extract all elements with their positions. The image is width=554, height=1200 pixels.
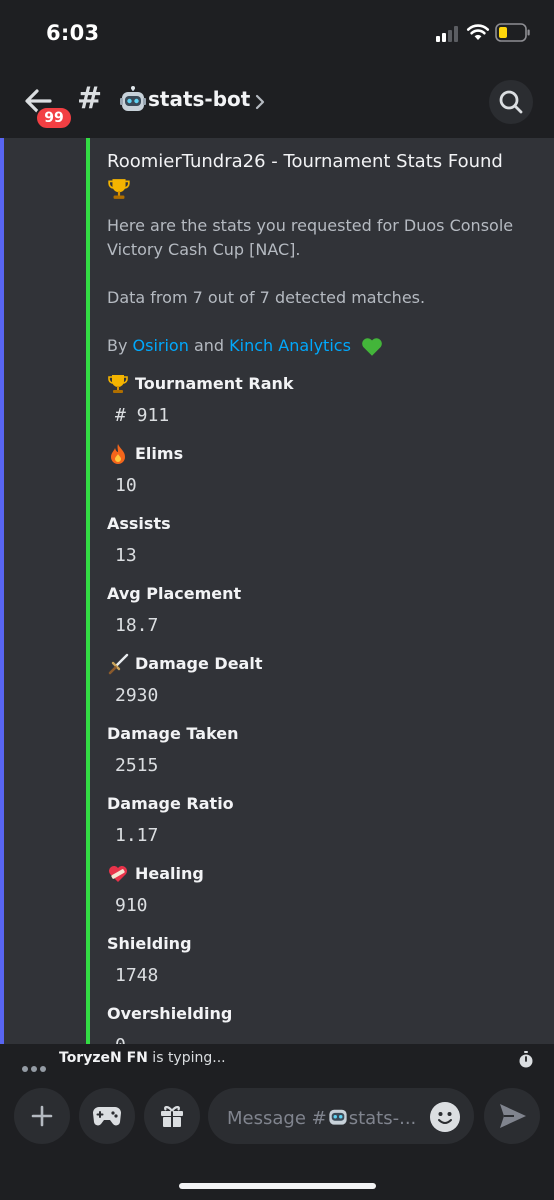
status-bar: 6:03: [0, 0, 554, 66]
field-healing: Healing 910: [107, 857, 537, 927]
osirion-link[interactable]: Osirion: [133, 336, 189, 355]
message-input[interactable]: Message # stats-...: [208, 1088, 474, 1144]
trophy-icon: [108, 179, 130, 199]
slowmode-timer-icon[interactable]: [518, 1051, 534, 1069]
field-tournament-rank: Tournament Rank # 911: [107, 367, 537, 437]
channel-hash-icon: #: [77, 81, 103, 116]
field-avg-placement: Avg Placement 18.7: [107, 577, 537, 647]
field-name: Damage Dealt: [135, 654, 263, 673]
trophy-icon: [108, 375, 128, 393]
field-value: 2515: [115, 754, 159, 776]
battery-icon: [495, 23, 530, 42]
placeholder-suffix: stats-...: [348, 1108, 417, 1129]
field-name: Shielding: [107, 934, 192, 953]
field-overshielding: Overshielding 0: [107, 997, 537, 1045]
emoji-picker-icon[interactable]: [430, 1102, 460, 1132]
embed-desc-requested: Here are the stats you requested for Duo…: [107, 216, 514, 259]
field-damage-ratio: Damage Ratio 1.17: [107, 787, 537, 857]
send-button[interactable]: [484, 1088, 540, 1144]
activities-button[interactable]: [79, 1088, 135, 1144]
field-value: 2930: [115, 684, 159, 706]
unread-mentions-badge: 99: [35, 106, 73, 130]
heart-bandage-icon: [109, 866, 127, 882]
message-composer: Message # stats-...: [0, 1074, 554, 1200]
field-assists: Assists 13: [107, 507, 537, 577]
fire-icon: [111, 444, 125, 464]
field-name: Avg Placement: [107, 584, 242, 603]
typing-user: ToryzeN FN: [59, 1050, 148, 1066]
stats-embed: RoomierTundra26 - Tournament Stats Found…: [107, 148, 537, 1044]
credits-prefix: By: [107, 336, 133, 355]
wifi-icon: [466, 24, 490, 40]
channel-name[interactable]: stats-bot: [148, 87, 250, 111]
message-list[interactable]: RoomierTundra26 - Tournament Stats Found…: [0, 138, 554, 1044]
field-name: Assists: [107, 514, 171, 533]
robot-face-icon: [120, 86, 146, 111]
embed-desc-matches: Data from 7 out of 7 detected matches.: [107, 288, 426, 307]
embed-credits: By Osirion and Kinch Analytics: [107, 334, 537, 359]
embed-title-text: RoomierTundra26 - Tournament Stats Found: [107, 151, 503, 172]
field-elims: Elims 10: [107, 437, 537, 507]
embed-description: Here are the stats you requested for Duo…: [107, 214, 537, 359]
gamepad-icon: [93, 1107, 121, 1126]
typing-indicator: ToryzeN FN is typing...: [0, 1044, 554, 1074]
field-name: Damage Taken: [107, 724, 239, 743]
field-name: Elims: [135, 444, 184, 463]
embed-title: RoomierTundra26 - Tournament Stats Found: [107, 148, 537, 202]
gift-icon: [161, 1106, 183, 1127]
field-value: # 911: [115, 404, 170, 426]
send-arrow-icon: [500, 1104, 526, 1128]
field-value: 18.7: [115, 614, 159, 636]
field-name: Damage Ratio: [107, 794, 234, 813]
field-value: 910: [115, 894, 148, 916]
green-heart-icon: [362, 337, 382, 356]
field-damage-taken: Damage Taken 2515: [107, 717, 537, 787]
mention-highlight-bar: [0, 138, 4, 1044]
message-placeholder: Message # stats-...: [227, 1105, 416, 1129]
gift-nitro-button[interactable]: [144, 1088, 200, 1144]
search-icon: [499, 90, 523, 114]
placeholder-prefix: Message #: [227, 1108, 327, 1129]
field-shielding: Shielding 1748: [107, 927, 537, 997]
field-value: 1.17: [115, 824, 159, 846]
field-value: 13: [115, 544, 137, 566]
field-name: Overshielding: [107, 1004, 233, 1023]
field-value: 10: [115, 474, 137, 496]
field-name: Healing: [135, 864, 204, 883]
field-value: 1748: [115, 964, 159, 986]
embed-accent-bar: [86, 138, 90, 1044]
field-value: 0: [107, 1032, 537, 1045]
field-damage-dealt: Damage Dealt 2930: [107, 647, 537, 717]
sword-icon: [108, 653, 129, 675]
robot-face-icon: [329, 1109, 347, 1125]
home-indicator[interactable]: [179, 1183, 376, 1189]
credits-and: and: [188, 336, 230, 355]
typing-text: ToryzeN FN is typing...: [59, 1050, 226, 1066]
clock: 6:03: [46, 21, 100, 45]
search-button[interactable]: [489, 80, 533, 124]
chevron-right-icon[interactable]: [254, 93, 266, 111]
field-name: Tournament Rank: [135, 374, 294, 393]
plus-icon: [31, 1105, 53, 1127]
add-attachment-button[interactable]: [14, 1088, 70, 1144]
cellular-signal-icon: [436, 26, 460, 42]
kinch-analytics-link[interactable]: Kinch Analytics: [229, 336, 351, 355]
typing-suffix: is typing...: [147, 1050, 226, 1066]
